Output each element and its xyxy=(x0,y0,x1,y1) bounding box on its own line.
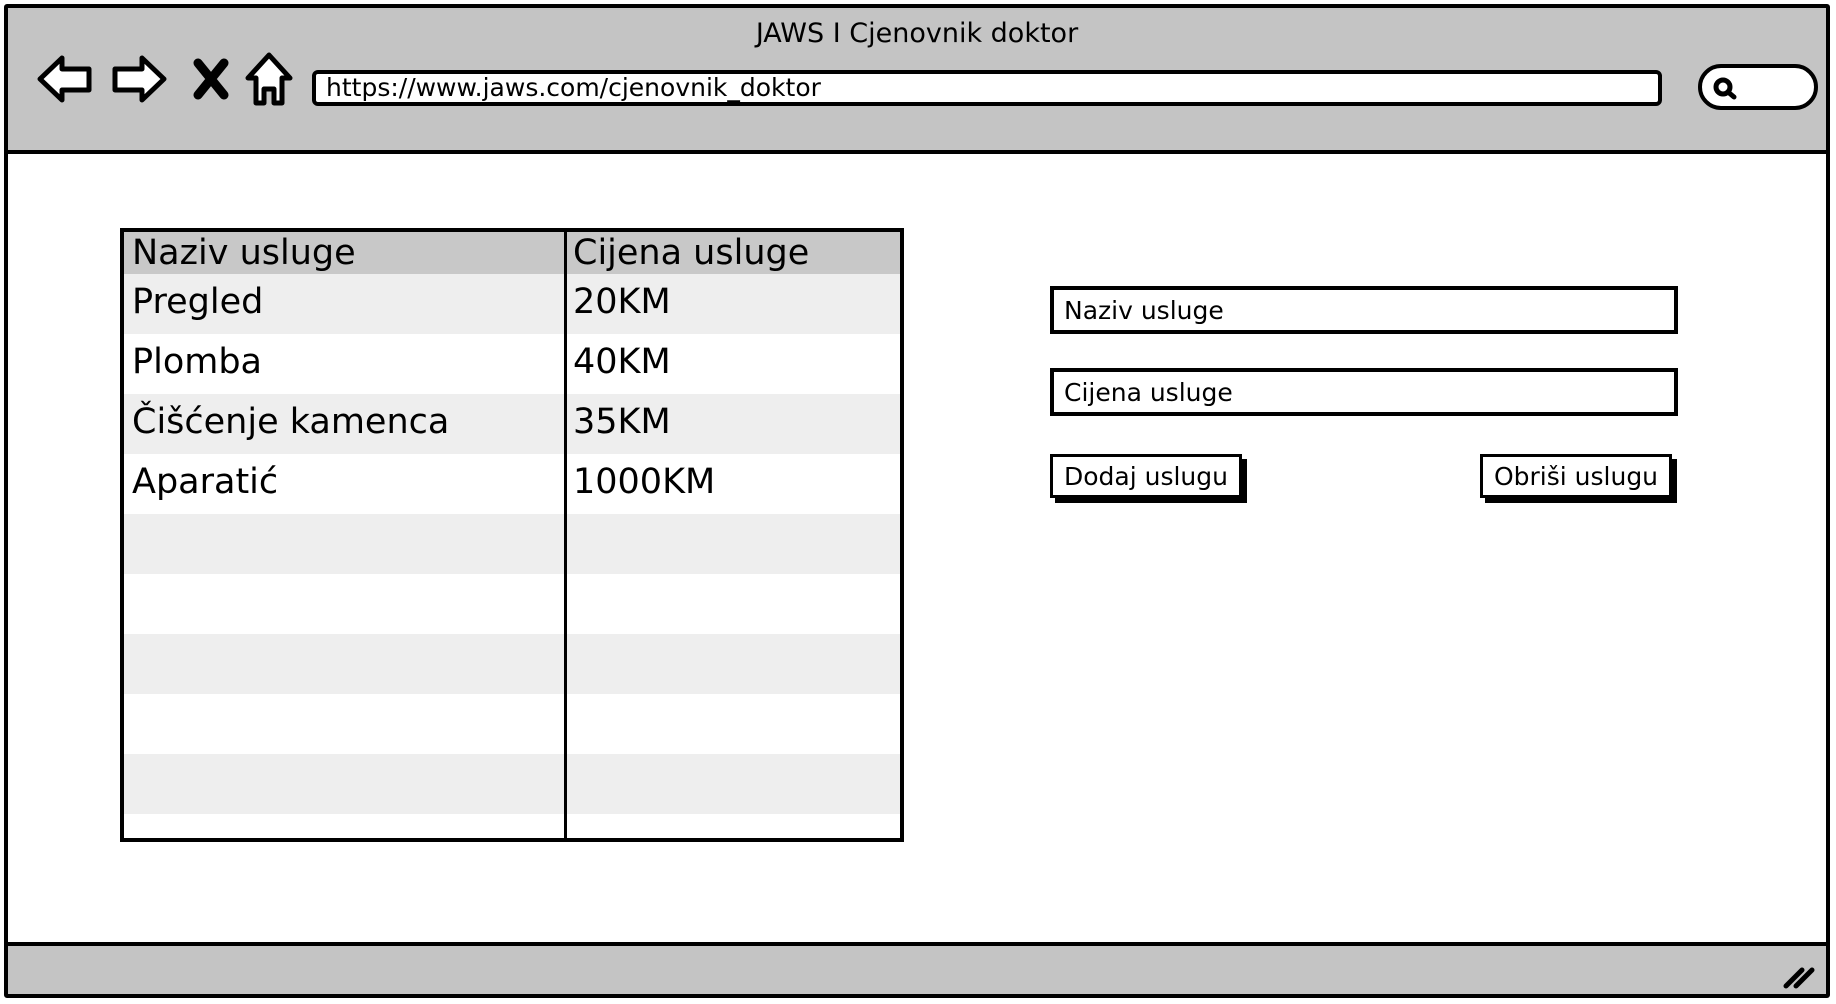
column-header-price: Cijena usluge xyxy=(573,233,810,273)
cell-service-price: 20KM xyxy=(573,282,671,322)
table-row[interactable]: Pregled 20KM xyxy=(124,274,900,334)
cell-service-name: Aparatić xyxy=(132,462,279,502)
table-row[interactable]: Plomba 40KM xyxy=(124,334,900,394)
resize-grip-icon[interactable] xyxy=(1782,960,1816,990)
table-header-row: Naziv usluge Cijena usluge xyxy=(124,232,900,274)
cell-service-name: Čišćenje kamenca xyxy=(132,402,450,442)
home-icon xyxy=(245,52,293,106)
cell-service-price: 1000KM xyxy=(573,462,716,502)
stop-button[interactable] xyxy=(180,48,242,110)
table-row[interactable]: Čišćenje kamenca 35KM xyxy=(124,394,900,454)
browser-search-box[interactable] xyxy=(1698,64,1818,110)
column-divider xyxy=(564,232,567,838)
status-bar xyxy=(8,942,1826,994)
search-icon xyxy=(1713,77,1737,100)
back-button[interactable] xyxy=(34,48,96,110)
table-row-empty xyxy=(124,754,900,814)
table-row-empty xyxy=(124,634,900,694)
service-price-field[interactable]: Cijena usluge xyxy=(1050,368,1678,416)
cell-service-price: 35KM xyxy=(573,402,671,442)
price-table: Naziv usluge Cijena usluge Pregled 20KM … xyxy=(120,228,904,842)
cell-service-price: 40KM xyxy=(573,342,671,382)
back-arrow-icon xyxy=(37,55,92,103)
table-row-empty xyxy=(124,514,900,574)
address-bar[interactable]: https://www.jaws.com/cjenovnik_doktor xyxy=(312,70,1662,106)
browser-window: JAWS I Cjenovnik doktor https://www.jaws… xyxy=(4,4,1830,998)
service-price-field-text: Cijena usluge xyxy=(1064,377,1233,407)
cell-service-name: Pregled xyxy=(132,282,264,322)
delete-service-button[interactable]: Obriši uslugu xyxy=(1480,454,1672,498)
service-name-field-text: Naziv usluge xyxy=(1064,295,1224,325)
cell-service-name: Plomba xyxy=(132,342,263,382)
address-url: https://www.jaws.com/cjenovnik_doktor xyxy=(326,73,821,102)
column-header-name: Naziv usluge xyxy=(132,233,356,273)
forward-button[interactable] xyxy=(108,48,170,110)
home-button[interactable] xyxy=(238,48,300,110)
forward-arrow-icon xyxy=(112,55,167,103)
window-title: JAWS I Cjenovnik doktor xyxy=(755,18,1079,49)
close-icon xyxy=(193,58,229,100)
add-service-button[interactable]: Dodaj uslugu xyxy=(1050,454,1242,498)
table-row-empty xyxy=(124,694,900,754)
service-name-field[interactable]: Naziv usluge xyxy=(1050,286,1678,334)
table-row-empty xyxy=(124,574,900,634)
browser-toolbar: JAWS I Cjenovnik doktor https://www.jaws… xyxy=(8,8,1826,154)
table-row[interactable]: Aparatić 1000KM xyxy=(124,454,900,514)
page-content: Naziv usluge Cijena usluge Pregled 20KM … xyxy=(8,154,1826,942)
